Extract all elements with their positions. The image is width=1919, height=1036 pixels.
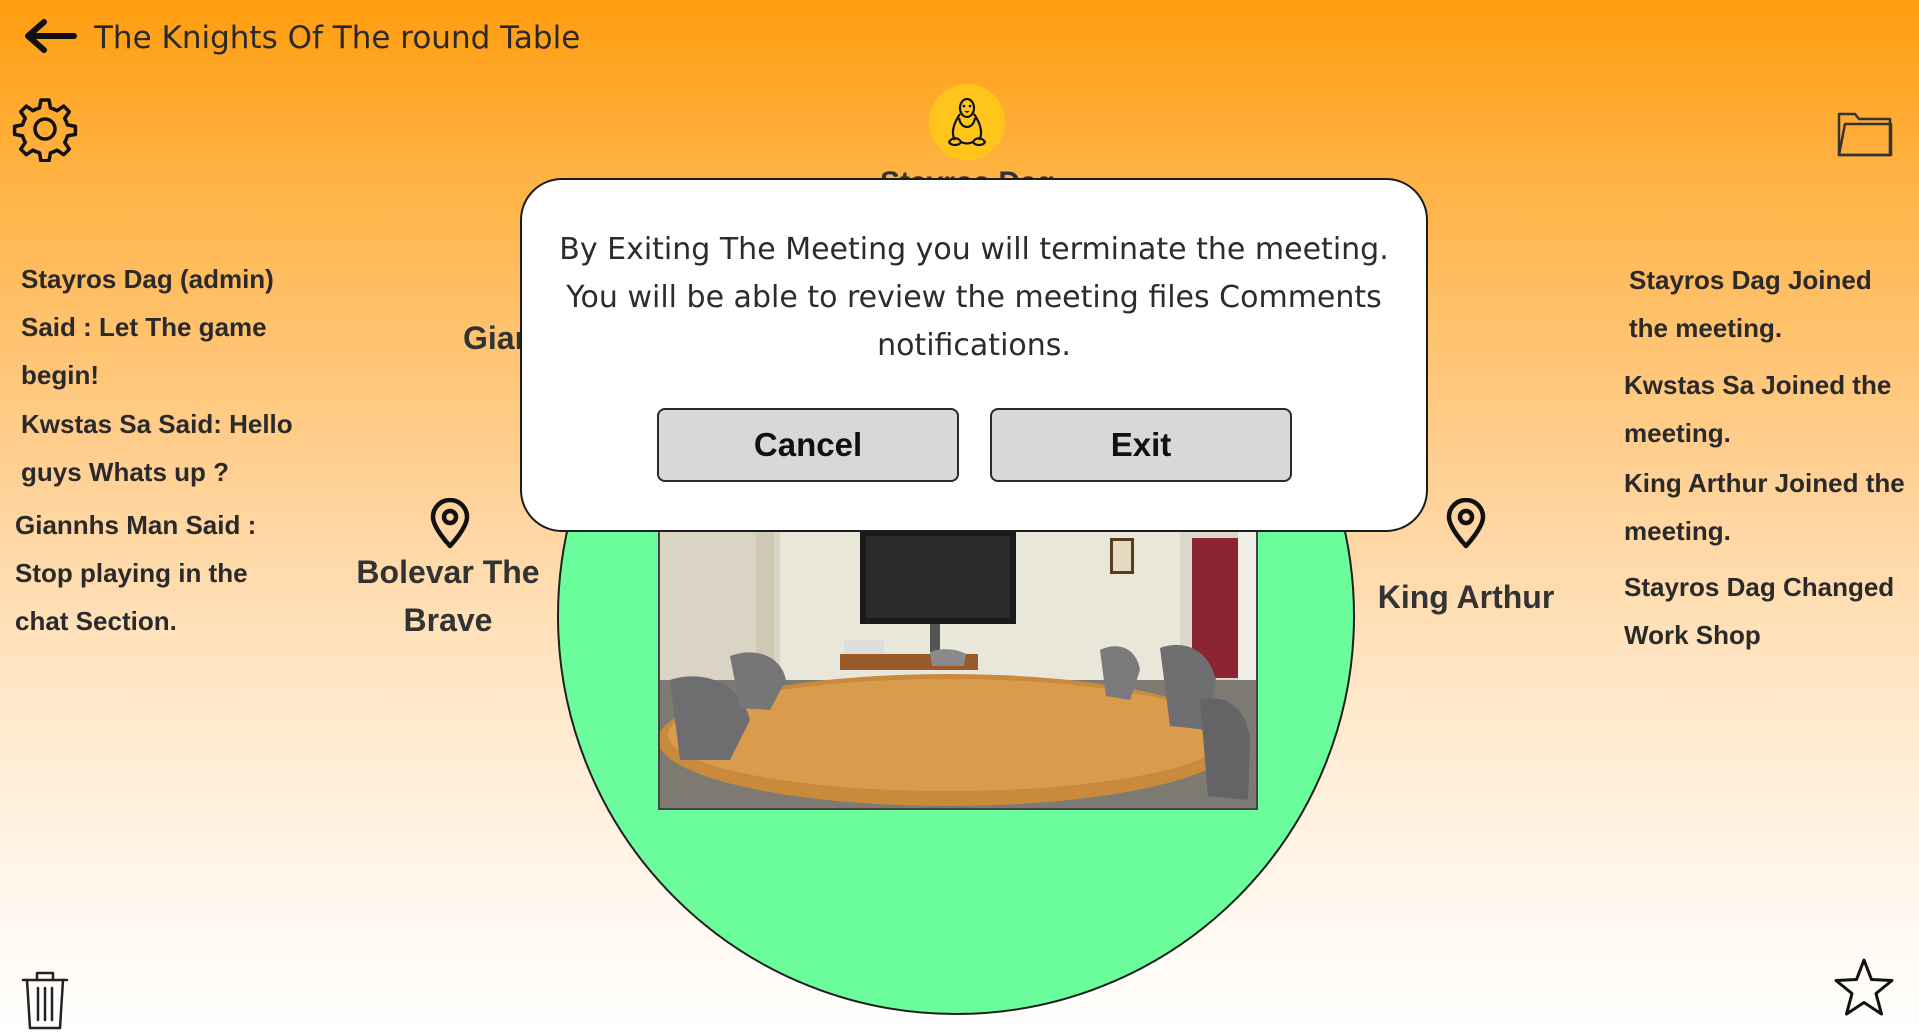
- chat-line: guys Whats up ?: [21, 457, 229, 487]
- linux-penguin-icon: [947, 97, 987, 147]
- participant-name-partial: Giar: [463, 320, 528, 356]
- location-pin-icon: [1443, 497, 1489, 550]
- gear-icon[interactable]: [12, 96, 78, 163]
- chat-line: Stop playing in the: [15, 558, 248, 588]
- exit-meeting-dialog: By Exiting The Meeting you will terminat…: [520, 178, 1428, 532]
- cancel-button[interactable]: Cancel: [657, 408, 959, 482]
- chat-line: Said : Let The game: [21, 312, 267, 342]
- activity-line: Work Shop: [1624, 620, 1761, 650]
- dialog-message: notifications.: [877, 328, 1071, 363]
- activity-line: the meeting.: [1629, 313, 1783, 343]
- exit-button[interactable]: Exit: [990, 408, 1292, 482]
- conference-room-photo: [658, 528, 1258, 810]
- dialog-message: You will be able to review the meeting f…: [566, 280, 1382, 315]
- activity-line: meeting.: [1624, 418, 1731, 448]
- chat-line: Stayros Dag (admin): [21, 264, 274, 294]
- star-icon[interactable]: [1832, 956, 1896, 1020]
- chat-line: Kwstas Sa Said: Hello: [21, 409, 293, 439]
- page-title: The Knights Of The round Table: [94, 20, 581, 56]
- chat-line: begin!: [21, 360, 99, 390]
- activity-line: King Arthur Joined the: [1624, 468, 1905, 498]
- activity-line: Kwstas Sa Joined the: [1624, 370, 1892, 400]
- activity-line: meeting.: [1624, 516, 1731, 546]
- back-arrow-icon[interactable]: [18, 14, 78, 64]
- participant-name: Brave: [403, 602, 493, 638]
- participant-name: Bolevar The: [356, 554, 540, 590]
- admin-avatar[interactable]: [929, 84, 1005, 160]
- activity-line: Stayros Dag Changed: [1624, 572, 1895, 602]
- participant-name: King Arthur: [1377, 579, 1555, 615]
- location-pin-icon: [427, 497, 473, 550]
- chat-line: chat Section.: [15, 606, 177, 636]
- trash-icon[interactable]: [20, 968, 70, 1032]
- dialog-message: By Exiting The Meeting you will terminat…: [559, 232, 1389, 267]
- activity-line: Stayros Dag Joined: [1629, 265, 1872, 295]
- folder-icon[interactable]: [1836, 104, 1894, 158]
- chat-line: Giannhs Man Said :: [15, 510, 257, 540]
